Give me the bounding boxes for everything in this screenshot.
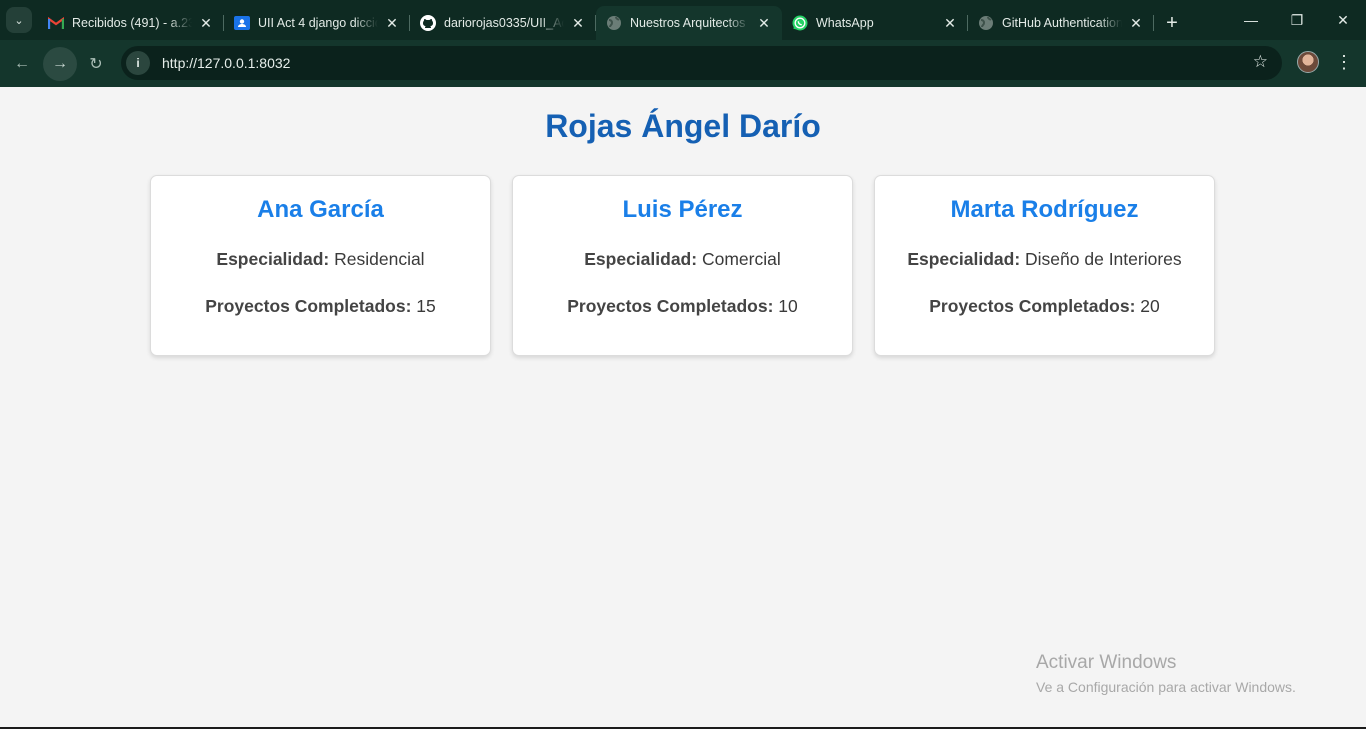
plus-icon: + xyxy=(1166,11,1178,34)
watermark-subtitle: Ve a Configuración para activar Windows. xyxy=(1036,679,1296,695)
globe-icon xyxy=(978,15,994,31)
tab-classroom[interactable]: UII Act 4 django diccionario ✕ xyxy=(224,6,410,40)
minimize-button[interactable]: — xyxy=(1228,0,1274,40)
tab-strip: ⌄ Recibidos (491) - a.23 ✕ UII Act 4 dja… xyxy=(0,0,1366,40)
chevron-down-icon: ⌄ xyxy=(14,14,24,27)
projects-row: Proyectos Completados: 15 xyxy=(151,296,490,317)
tab-github-auth[interactable]: GitHub Authentication ✕ xyxy=(968,6,1154,40)
page-content: Rojas Ángel Darío Ana García Especialida… xyxy=(0,87,1366,729)
watermark-title: Activar Windows xyxy=(1036,652,1177,673)
window-controls: — ❐ ✕ xyxy=(1228,0,1366,40)
close-icon[interactable]: ✕ xyxy=(942,15,958,31)
close-icon[interactable]: ✕ xyxy=(384,15,400,31)
arrow-right-icon: → xyxy=(52,54,68,72)
projects-row: Proyectos Completados: 10 xyxy=(513,296,852,317)
architect-name: Marta Rodríguez xyxy=(950,196,1139,223)
specialty-value: Residencial xyxy=(334,249,425,269)
windows-activation-watermark: Activar Windows Ve a Configuración para … xyxy=(1036,652,1296,695)
globe-icon xyxy=(606,15,622,31)
restore-icon: ❐ xyxy=(1290,11,1304,28)
tab-gmail[interactable]: Recibidos (491) - a.23 ✕ xyxy=(38,6,224,40)
projects-row: Proyectos Completados: 20 xyxy=(875,296,1214,317)
back-button[interactable]: ← xyxy=(5,47,39,81)
specialty-value: Comercial xyxy=(701,249,781,269)
menu-kebab-icon[interactable]: ⋮ xyxy=(1334,48,1354,76)
tab-whatsapp[interactable]: WhatsApp ✕ xyxy=(782,6,968,40)
whatsapp-icon xyxy=(792,15,808,31)
close-icon: ✕ xyxy=(1337,11,1349,28)
specialty-label: Especialidad: xyxy=(907,249,1021,269)
minimize-icon: — xyxy=(1244,12,1258,28)
arrow-left-icon: ← xyxy=(14,54,30,72)
restore-button[interactable]: ❐ xyxy=(1274,0,1320,40)
tab-title: WhatsApp xyxy=(816,16,874,30)
projects-value: 15 xyxy=(416,296,436,316)
tabs: Recibidos (491) - a.23 ✕ UII Act 4 djang… xyxy=(38,0,1186,40)
specialty-label: Especialidad: xyxy=(584,249,698,269)
window-close-button[interactable]: ✕ xyxy=(1320,0,1366,40)
profile-avatar[interactable] xyxy=(1297,51,1319,73)
architect-cards: Ana García Especialidad: Residencial Pro… xyxy=(150,175,1215,356)
projects-label: Proyectos Completados: xyxy=(567,296,774,316)
specialty-label: Especialidad: xyxy=(216,249,330,269)
architect-name: Ana García xyxy=(257,196,384,223)
specialty-value: Diseño de Interiores xyxy=(1025,249,1182,269)
tab-title: Nuestros Arquitectos xyxy=(630,16,746,30)
tab-nuestros-arquitectos[interactable]: Nuestros Arquitectos ✕ xyxy=(596,6,782,40)
architect-card: Ana García Especialidad: Residencial Pro… xyxy=(150,175,491,356)
projects-value: 20 xyxy=(1140,296,1160,316)
projects-label: Proyectos Completados: xyxy=(929,296,1136,316)
github-icon xyxy=(420,15,436,31)
tab-title: UII Act 4 django diccionario xyxy=(258,16,378,30)
classroom-icon xyxy=(234,15,250,31)
browser-toolbar: ← → ↻ i http://127.0.0.1:8032 ☆ ⋮ xyxy=(0,40,1366,87)
tab-title: GitHub Authentication xyxy=(1002,16,1122,30)
forward-button[interactable]: → xyxy=(43,46,77,81)
architect-name: Luis Pérez xyxy=(622,196,743,223)
close-icon[interactable]: ✕ xyxy=(570,15,586,31)
specialty-row: Especialidad: Comercial xyxy=(513,249,852,270)
close-icon[interactable]: ✕ xyxy=(198,15,214,31)
reload-button[interactable]: ↻ xyxy=(79,47,113,81)
tab-github-repo[interactable]: dariorojas0335/UII_Act ✕ xyxy=(410,6,596,40)
address-bar[interactable]: i http://127.0.0.1:8032 ☆ xyxy=(121,46,1282,80)
gmail-icon xyxy=(48,15,64,31)
specialty-row: Especialidad: Diseño de Interiores xyxy=(875,249,1214,270)
new-tab-button[interactable]: + xyxy=(1158,9,1186,37)
close-icon[interactable]: ✕ xyxy=(756,15,772,31)
close-icon[interactable]: ✕ xyxy=(1128,15,1144,31)
bookmark-star-icon[interactable]: ☆ xyxy=(1253,52,1268,72)
architect-card: Luis Pérez Especialidad: Comercial Proye… xyxy=(512,175,853,356)
specialty-row: Especialidad: Residencial xyxy=(151,249,490,270)
projects-value: 10 xyxy=(778,296,798,316)
reload-icon: ↻ xyxy=(89,55,103,73)
page-title: Rojas Ángel Darío xyxy=(545,108,821,144)
architect-card: Marta Rodríguez Especialidad: Diseño de … xyxy=(874,175,1215,356)
site-info-icon[interactable]: i xyxy=(126,51,150,75)
projects-label: Proyectos Completados: xyxy=(205,296,412,316)
tab-title: dariorojas0335/UII_Act xyxy=(444,16,564,30)
url-text[interactable]: http://127.0.0.1:8032 xyxy=(162,55,290,71)
tab-search-button[interactable]: ⌄ xyxy=(6,7,32,33)
tab-title: Recibidos (491) - a.23 xyxy=(72,16,192,30)
